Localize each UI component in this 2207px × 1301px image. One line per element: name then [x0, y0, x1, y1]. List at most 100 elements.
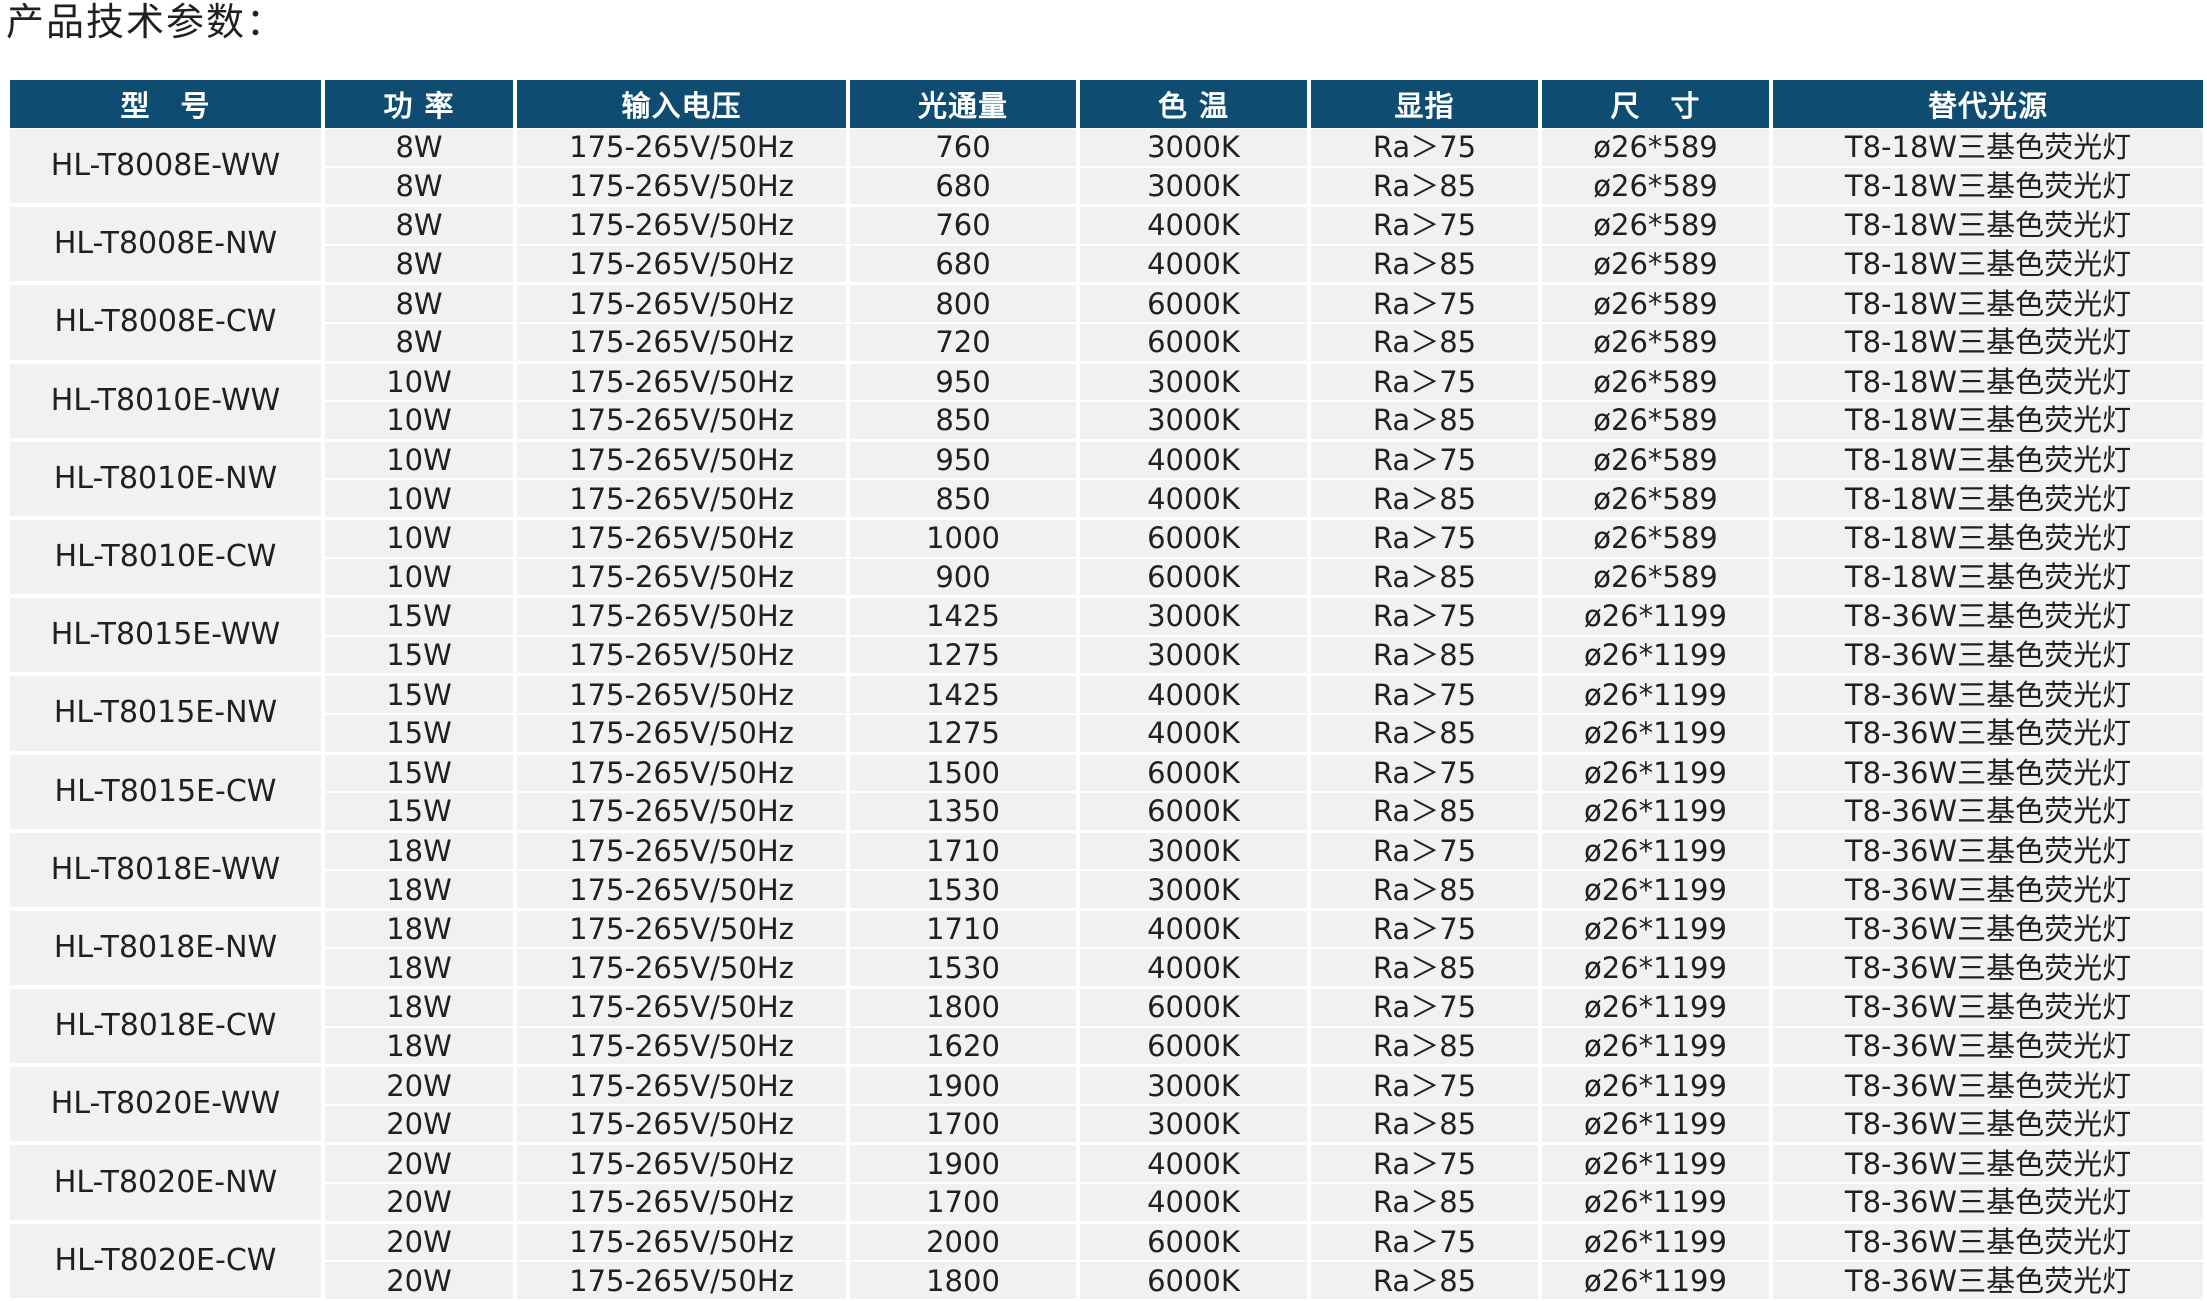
cell-input-voltage: 175-265V/50Hz: [517, 206, 850, 246]
cell-luminous-flux: 720: [850, 323, 1080, 363]
cell-replacement: T8-36W三基色荧光灯: [1773, 1184, 2203, 1223]
cell-cri: Ra＞75: [1311, 909, 1542, 950]
cell-power: 10W: [325, 480, 517, 519]
cell-power: 20W: [325, 1222, 517, 1263]
cell-input-voltage: 175-265V/50Hz: [517, 988, 850, 1028]
cell-model: HL-T8010E-CW: [10, 518, 325, 598]
table-row: 18W 175-265V/50Hz 1530 3000K Ra＞85 ø26*1199 T8…: [10, 871, 2203, 910]
table-row: HL-T8020E-NW 20W 175-265V/50Hz 1900 4000K Ra＞…: [10, 1144, 2203, 1223]
cell-color-temperature: 3000K: [1080, 1105, 1311, 1145]
cell-model: HL-T8020E-WW: [10, 1066, 325, 1145]
cell-input-voltage: 175-265V/50Hz: [517, 518, 850, 559]
cell-size: ø26*589: [1542, 128, 1773, 168]
table-body: HL-T8008E-WW 8W 175-265V/50Hz 760 3000K Ra＞75…: [10, 128, 2203, 1301]
cell-color-temperature: 6000K: [1080, 323, 1311, 363]
cell-size: ø26*1199: [1542, 1222, 1773, 1263]
cell-cri: Ra＞85: [1311, 871, 1542, 910]
cell-replacement: T8-36W三基色荧光灯: [1773, 909, 2203, 950]
cell-cri: Ra＞85: [1311, 1262, 1542, 1301]
cell-size: ø26*589: [1542, 284, 1773, 324]
cell-size: ø26*589: [1542, 402, 1773, 441]
header-row: 型 号 功 率 输入电压 光通量 色 温 显指 尺 寸 替代光源: [10, 80, 2203, 128]
cell-size: ø26*1199: [1542, 1105, 1773, 1145]
cell-input-voltage: 175-265V/50Hz: [517, 284, 850, 324]
cell-color-temperature: 3000K: [1080, 831, 1311, 872]
cell-power: 8W: [325, 167, 517, 207]
table-row: 10W 175-265V/50Hz 850 3000K Ra＞85 ø26*589 T8-1…: [10, 402, 2203, 441]
cell-model: HL-T8018E-WW: [10, 831, 325, 910]
cell-size: ø26*589: [1542, 480, 1773, 519]
cell-size: ø26*589: [1542, 440, 1773, 481]
cell-model: HL-T8008E-NW: [10, 206, 325, 285]
table-row: HL-T8018E-CW 18W 175-265V/50Hz 1800 6000K Ra＞…: [10, 988, 2203, 1067]
cell-model: HL-T8018E-NW: [10, 909, 325, 989]
cell-cri: Ra＞75: [1311, 1066, 1542, 1106]
cell-color-temperature: 6000K: [1080, 1027, 1311, 1067]
cell-size: ø26*1199: [1542, 636, 1773, 676]
cell-model: HL-T8020E-NW: [10, 1144, 325, 1223]
cell-color-temperature: 4000K: [1080, 909, 1311, 950]
cell-color-temperature: 3000K: [1080, 128, 1311, 168]
cell-cri: Ra＞75: [1311, 518, 1542, 559]
cell-power: 15W: [325, 714, 517, 754]
cell-size: ø26*1199: [1542, 988, 1773, 1028]
cell-size: ø26*1199: [1542, 1262, 1773, 1301]
cell-input-voltage: 175-265V/50Hz: [517, 558, 850, 598]
cell-cri: Ra＞75: [1311, 831, 1542, 872]
cell-size: ø26*1199: [1542, 909, 1773, 950]
cell-replacement: T8-36W三基色荧光灯: [1773, 871, 2203, 910]
cell-color-temperature: 4000K: [1080, 440, 1311, 481]
cell-size: ø26*1199: [1542, 949, 1773, 989]
cell-luminous-flux: 1710: [850, 831, 1080, 872]
cell-input-voltage: 175-265V/50Hz: [517, 1105, 850, 1145]
table-row: HL-T8015E-WW 15W 175-265V/50Hz 1425 3000K Ra＞…: [10, 597, 2203, 676]
cell-replacement: T8-36W三基色荧光灯: [1773, 597, 2203, 637]
cell-cri: Ra＞85: [1311, 1027, 1542, 1067]
cell-luminous-flux: 1900: [850, 1066, 1080, 1106]
cell-power: 8W: [325, 323, 517, 363]
cell-power: 8W: [325, 245, 517, 285]
cell-size: ø26*589: [1542, 518, 1773, 559]
cell-color-temperature: 4000K: [1080, 675, 1311, 715]
cell-luminous-flux: 1800: [850, 1262, 1080, 1301]
cell-luminous-flux: 2000: [850, 1222, 1080, 1263]
cell-input-voltage: 175-265V/50Hz: [517, 480, 850, 519]
cell-input-voltage: 175-265V/50Hz: [517, 831, 850, 872]
cell-luminous-flux: 1350: [850, 793, 1080, 832]
cell-color-temperature: 4000K: [1080, 480, 1311, 519]
cell-color-temperature: 6000K: [1080, 1222, 1311, 1263]
cell-cri: Ra＞75: [1311, 440, 1542, 481]
cell-model: HL-T8010E-NW: [10, 440, 325, 519]
cell-cri: Ra＞85: [1311, 245, 1542, 285]
cell-size: ø26*589: [1542, 558, 1773, 598]
cell-cri: Ra＞75: [1311, 284, 1542, 324]
cell-input-voltage: 175-265V/50Hz: [517, 245, 850, 285]
cell-power: 10W: [325, 440, 517, 481]
table-row: HL-T8018E-WW 18W 175-265V/50Hz 1710 3000K Ra＞…: [10, 831, 2203, 910]
table-row: 8W 175-265V/50Hz 720 6000K Ra＞85 ø26*589 T8-18…: [10, 323, 2203, 363]
cell-color-temperature: 6000K: [1080, 1262, 1311, 1301]
cell-replacement: T8-36W三基色荧光灯: [1773, 1027, 2203, 1067]
cell-color-temperature: 3000K: [1080, 871, 1311, 910]
cell-size: ø26*1199: [1542, 1027, 1773, 1067]
cell-replacement: T8-18W三基色荧光灯: [1773, 323, 2203, 363]
cell-size: ø26*589: [1542, 323, 1773, 363]
cell-replacement: T8-36W三基色荧光灯: [1773, 753, 2203, 794]
cell-cri: Ra＞85: [1311, 167, 1542, 207]
cell-model: HL-T8015E-NW: [10, 675, 325, 754]
cell-replacement: T8-36W三基色荧光灯: [1773, 1222, 2203, 1263]
cell-color-temperature: 4000K: [1080, 714, 1311, 754]
cell-replacement: T8-36W三基色荧光灯: [1773, 793, 2203, 832]
cell-size: ø26*1199: [1542, 753, 1773, 794]
cell-size: ø26*1199: [1542, 597, 1773, 637]
cell-size: ø26*589: [1542, 167, 1773, 207]
cell-size: ø26*1199: [1542, 1144, 1773, 1185]
table-row: 10W 175-265V/50Hz 850 4000K Ra＞85 ø26*589 T8-1…: [10, 480, 2203, 519]
page-title: 产品技术参数：: [6, 0, 287, 44]
table-row: HL-T8020E-WW 20W 175-265V/50Hz 1900 3000K Ra＞…: [10, 1066, 2203, 1145]
header-power: 功 率: [325, 80, 517, 128]
cell-model: HL-T8008E-CW: [10, 284, 325, 363]
cell-input-voltage: 175-265V/50Hz: [517, 362, 850, 403]
table-row: 15W 175-265V/50Hz 1275 3000K Ra＞85 ø26*1199 T8…: [10, 636, 2203, 676]
header-luminous-flux: 光通量: [850, 80, 1080, 128]
